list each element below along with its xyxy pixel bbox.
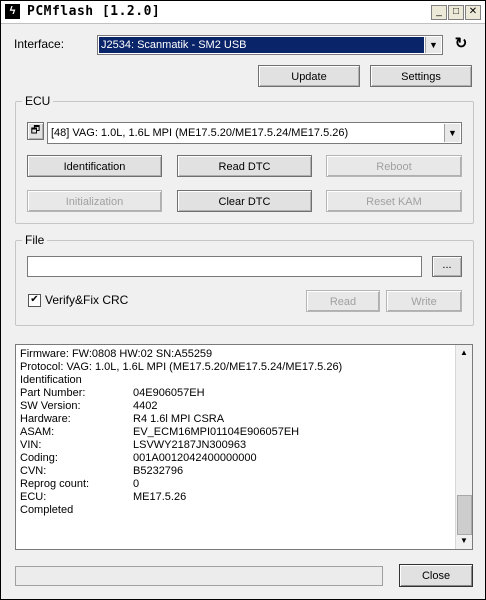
log-output[interactable]: Firmware: FW:0808 HW:02 SN:A55259 Protoc… — [15, 344, 473, 550]
file-path-input[interactable] — [27, 256, 422, 277]
close-window-button[interactable]: ✕ — [465, 5, 481, 20]
close-button[interactable]: Close — [399, 564, 473, 587]
log-key: Part Number: — [20, 387, 86, 399]
log-value: 4402 — [133, 400, 158, 412]
browse-button[interactable]: ... — [432, 256, 462, 277]
verify-crc-checkbox[interactable]: ✔ — [28, 294, 41, 307]
verify-crc-label[interactable]: Verify&Fix CRC — [45, 293, 128, 307]
log-value: 0 — [133, 478, 140, 490]
title-bar[interactable]: ϟ PCMflash [1.2.0] _ □ ✕ — [1, 1, 485, 24]
log-key: SW Version: — [20, 400, 81, 412]
settings-button[interactable]: Settings — [370, 65, 472, 87]
log-value: 04E906057EH — [133, 387, 205, 399]
minimize-button[interactable]: _ — [431, 5, 447, 20]
file-group-label: File — [22, 233, 48, 247]
log-key: Coding: — [20, 452, 58, 464]
clear-dtc-button[interactable]: Clear DTC — [177, 190, 312, 212]
initialization-button[interactable]: Initialization — [27, 190, 162, 212]
scroll-up-icon[interactable]: ▲ — [456, 345, 472, 361]
log-key: ASAM: — [20, 426, 55, 438]
update-button[interactable]: Update — [258, 65, 360, 87]
write-button[interactable]: Write — [386, 290, 462, 312]
main-window: ϟ PCMflash [1.2.0] _ □ ✕ Interface: J253… — [0, 0, 486, 600]
status-bar — [15, 566, 383, 586]
identification-button[interactable]: Identification — [27, 155, 162, 177]
log-value: ME17.5.26 — [133, 491, 187, 503]
chevron-down-icon[interactable]: ▼ — [425, 37, 441, 53]
app-lightning-icon: ϟ — [5, 4, 20, 19]
interface-label: Interface: — [14, 37, 65, 51]
file-group: File — [15, 233, 474, 326]
log-scrollbar[interactable]: ▲ ▼ — [455, 345, 472, 549]
refresh-icon[interactable]: ↻ — [453, 36, 469, 52]
reset-kam-button[interactable]: Reset KAM — [326, 190, 462, 212]
client-area: Interface: J2534: Scanmatik - SM2 USB ▼ … — [1, 24, 485, 599]
ecu-group-label: ECU — [22, 94, 54, 108]
log-line: Identification — [20, 374, 82, 386]
scroll-thumb[interactable] — [457, 495, 472, 535]
log-key: VIN: — [20, 439, 42, 451]
log-key: ECU: — [20, 491, 47, 503]
reboot-button[interactable]: Reboot — [326, 155, 462, 177]
log-key: Hardware: — [20, 413, 71, 425]
window-title: PCMflash [1.2.0] — [27, 4, 161, 19]
log-line: Protocol: VAG: 1.0L, 1.6L MPI (ME17.5.20… — [20, 361, 343, 373]
ecu-list-icon[interactable]: 🗗 — [27, 122, 44, 140]
interface-select[interactable]: J2534: Scanmatik - SM2 USB ▼ — [97, 35, 443, 55]
log-value: R4 1.6l MPI CSRA — [133, 413, 225, 425]
log-value: LSVWY2187JN300963 — [133, 439, 247, 451]
chevron-down-icon[interactable]: ▼ — [444, 124, 460, 142]
log-key: CVN: — [20, 465, 47, 477]
log-line: Completed — [20, 504, 74, 516]
ecu-select[interactable]: [48] VAG: 1.0L, 1.6L MPI (ME17.5.20/ME17… — [47, 122, 462, 144]
log-value: EV_ECM16MPI01104E906057EH — [133, 426, 300, 438]
log-value: B5232796 — [133, 465, 184, 477]
ecu-selected-value: [48] VAG: 1.0L, 1.6L MPI (ME17.5.20/ME17… — [51, 127, 349, 139]
read-button[interactable]: Read — [306, 290, 380, 312]
log-key: Reprog count: — [20, 478, 90, 490]
interface-selected-value: J2534: Scanmatik - SM2 USB — [99, 37, 424, 53]
maximize-button[interactable]: □ — [448, 5, 464, 20]
log-line: Firmware: FW:0808 HW:02 SN:A55259 — [20, 348, 213, 360]
scroll-down-icon[interactable]: ▼ — [456, 533, 472, 549]
log-value: 001A0012042400000000 — [133, 452, 257, 464]
read-dtc-button[interactable]: Read DTC — [177, 155, 312, 177]
